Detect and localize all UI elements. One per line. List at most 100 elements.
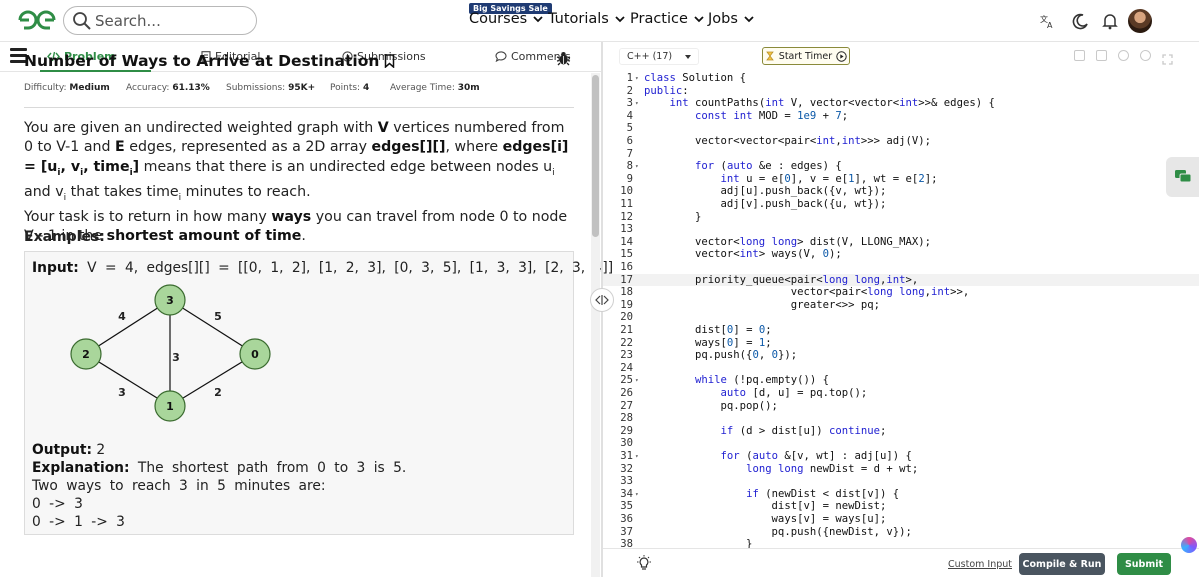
fullscreen-icon[interactable] [1162, 50, 1173, 65]
nav-courses[interactable]: Courses [469, 11, 543, 27]
code-line: 9 int u = e[0], v = e[1], wt = e[2]; [626, 172, 938, 185]
code-line: 13 [620, 223, 633, 236]
code-line: 26 auto [d, u] = pq.top(); [620, 387, 868, 399]
code-line: 18 vector<pair<long long,int>>, [620, 286, 970, 299]
submit-button[interactable]: Submit [1117, 553, 1171, 575]
code-line: 3 ▾ int countPaths(int V, vector<vector<i… [626, 97, 995, 110]
edge-weight: 4 [118, 310, 126, 323]
code-line: 21 dist[0] = 0; [620, 324, 772, 336]
code-line: 31 ▾ for (auto &[v, wt] : adj[u]) { [620, 450, 912, 462]
editor-panel: C++ (17) Start Timer 1 ▾ class Solution { … [603, 42, 1199, 577]
lightbulb-icon[interactable] [636, 555, 652, 572]
code-line: 11 adj[v].push_back({u, wt}); [620, 198, 887, 210]
accuracy-meta: Accuracy: 61.13% [126, 83, 210, 93]
divider [24, 107, 574, 108]
chevron-down-icon [694, 16, 704, 23]
custom-input-link[interactable]: Custom Input [948, 559, 1012, 570]
example-path: 0 -> 3 [32, 496, 83, 512]
language-value: C++ (17) [627, 51, 673, 62]
page-title: Number of Ways to Arrive at Destination [24, 52, 395, 70]
code-line: 5 [626, 122, 633, 135]
code-line: 36 ways[v] = ways[u]; [620, 513, 887, 525]
submissions-meta: Submissions: 95K+ [226, 83, 316, 93]
avatar[interactable] [1128, 9, 1152, 33]
code-line: 28 [620, 412, 633, 425]
code-line: 6 vector<vector<pair<int,int>>> adj(V); [626, 135, 932, 147]
dark-mode-moon-icon[interactable] [1070, 11, 1090, 31]
svg-text:A: A [1047, 21, 1053, 30]
active-tab-indicator [40, 70, 151, 72]
code-line: 7 [626, 147, 633, 160]
language-select[interactable]: C++ (17) [619, 48, 699, 65]
play-circle-icon [836, 50, 847, 62]
nav-jobs[interactable]: Jobs [708, 11, 754, 27]
nav-practice[interactable]: Practice [630, 11, 704, 27]
examples-heading: Examples: [24, 229, 105, 245]
avg-time-meta: Average Time: 30m [390, 83, 480, 93]
code-line: 32 long long newDist = d + wt; [620, 462, 919, 475]
edge-weight: 5 [214, 310, 222, 323]
edge-weight: 3 [118, 386, 126, 399]
node-label: 3 [166, 294, 174, 307]
search-placeholder: Search... [95, 12, 161, 30]
ai-assistant-icon[interactable] [1181, 537, 1197, 553]
example-box: Input: V = 4, edges[][] = [[0, 1, 2], [1… [24, 251, 613, 535]
code-line: 27 pq.pop(); [620, 399, 778, 412]
code-line: 12 } [620, 210, 702, 223]
code-editor[interactable]: 1 ▾ class Solution { 2 public: 3 ▾ int count… [603, 71, 1199, 548]
code-line: 4 const int MOD = 1e9 + 7; [626, 109, 849, 122]
example-output: Output: 2 [32, 442, 106, 458]
nav-jobs-label: Jobs [708, 11, 738, 27]
nav-tutorials[interactable]: Tutorials [548, 11, 625, 27]
avg-time-value: 30m [457, 83, 480, 93]
code-line: 38 } [620, 538, 753, 548]
report-bug-icon[interactable] [556, 51, 571, 66]
code-line: 23 pq.push({0, 0}); [620, 349, 798, 362]
code-line: 34 ▾ if (newDist < dist[v]) { [620, 487, 900, 500]
chat-button[interactable] [1166, 157, 1199, 197]
chevron-down-icon [533, 16, 543, 23]
node-label: 0 [251, 348, 259, 361]
submissions-value: 95K+ [288, 83, 316, 93]
example-graph: 4 5 3 3 2 3 2 0 1 [70, 284, 271, 422]
difficulty-value: Medium [69, 83, 110, 93]
example-path: 0 -> 1 -> 3 [32, 514, 125, 530]
code-line: 2 public: [626, 84, 689, 97]
paste-icon[interactable] [1096, 50, 1107, 61]
gfg-logo-icon[interactable] [16, 8, 58, 32]
timer-label: Start Timer [778, 50, 833, 62]
bell-icon[interactable] [1100, 11, 1120, 31]
code-line: 19 greater<>> pq; [620, 298, 880, 311]
editor-toolbar: C++ (17) Start Timer [603, 42, 1199, 70]
points-value: 4 [362, 83, 370, 93]
code-line: 15 vector<int> ways(V, 0); [620, 248, 842, 261]
editor-footer: Custom Input Compile & Run Submit [603, 548, 1199, 577]
problem-description: You are given an undirected weighted gra… [24, 120, 569, 245]
code-line: 33 [620, 475, 633, 488]
search-icon [73, 12, 91, 30]
caret-down-icon [685, 55, 691, 59]
chevron-down-icon [615, 16, 625, 23]
node-label: 2 [82, 348, 90, 361]
code-line: 35 dist[v] = newDist; [620, 500, 887, 513]
search-input[interactable]: Search... [63, 6, 257, 35]
translate-icon[interactable]: 文 A [1037, 11, 1057, 31]
compile-run-button[interactable]: Compile & Run [1019, 553, 1105, 575]
comment-icon [495, 51, 507, 62]
reset-icon[interactable] [1140, 50, 1151, 61]
example-explanation: Explanation: The shortest path from 0 to… [32, 460, 407, 476]
chevron-down-icon [744, 16, 754, 23]
difficulty-meta: Difficulty: Medium [24, 83, 110, 93]
top-header: Search... Big Savings Sale Courses Tutor… [0, 0, 1199, 42]
copy-icon[interactable] [1074, 50, 1085, 61]
problem-scrollbar[interactable] [591, 73, 600, 577]
start-timer-button[interactable]: Start Timer [762, 47, 850, 65]
accuracy-value: 61.13% [172, 83, 210, 93]
scrollbar-thumb[interactable] [592, 75, 599, 237]
bookmark-icon[interactable] [384, 54, 395, 68]
code-line: 30 [620, 437, 633, 450]
code-line: 37 pq.push({newDist, v}); [620, 525, 912, 538]
nav-practice-label: Practice [630, 11, 688, 27]
settings-icon[interactable] [1118, 50, 1129, 61]
chat-icon [1174, 170, 1191, 183]
